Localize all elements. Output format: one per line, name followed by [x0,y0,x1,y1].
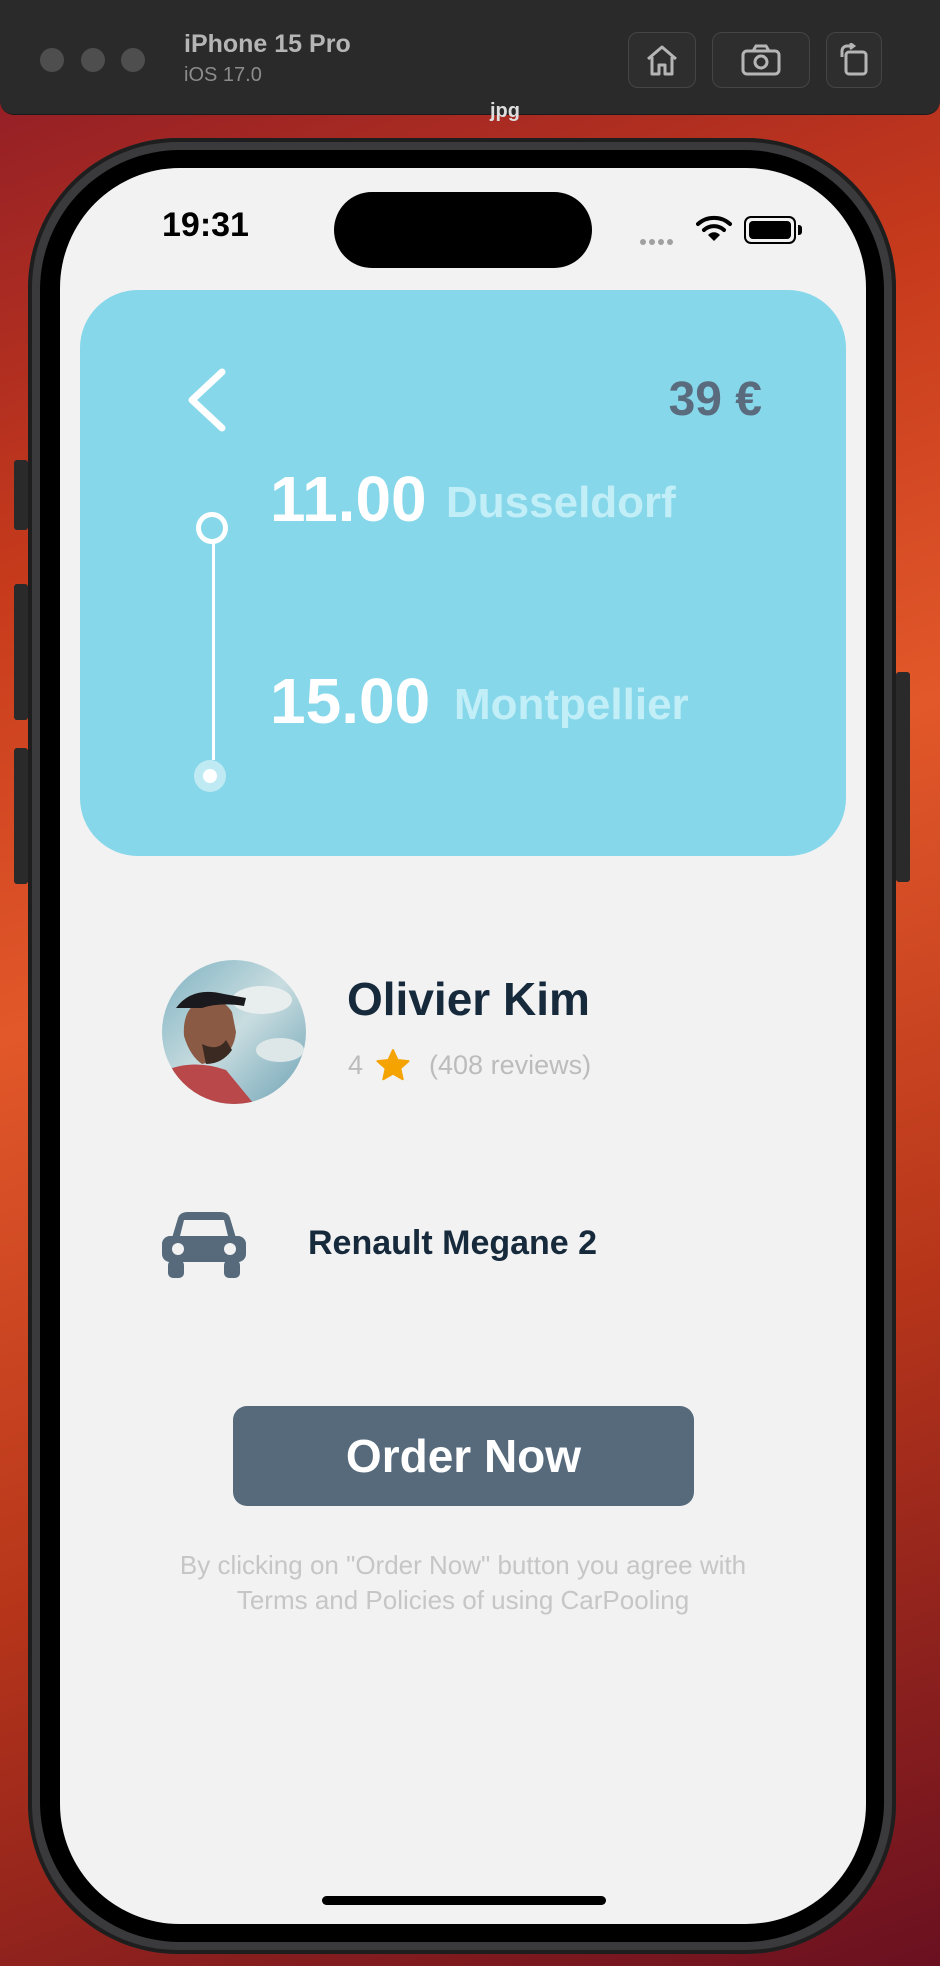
rating-value: 4 [348,1049,364,1080]
avatar-photo [162,960,306,1104]
file-label: jpg [490,100,520,122]
driver-avatar[interactable] [162,960,306,1104]
volume-down-button [14,748,28,884]
arrival-dot [194,760,226,792]
os-version: iOS 17.0 [184,64,262,86]
home-indicator[interactable] [322,1896,606,1905]
dynamic-island [334,192,592,268]
app-screen: 19:31 39 € 11.00 Dusseldorf 15.00 Montpe… [60,168,866,1924]
rotate-icon [840,43,868,76]
wifi-icon [696,215,732,241]
star-icon [376,1049,410,1081]
volume-up-button [14,584,28,720]
driver-name: Olivier Kim [347,973,590,1025]
departure-time: 11.00 [270,463,427,535]
signal-icon [640,232,676,250]
rotate-button[interactable] [826,32,882,88]
arrival-time: 15.00 [270,665,431,737]
departure-dot [196,512,228,544]
back-chevron-icon[interactable] [184,368,228,432]
car-model: Renault Megane 2 [308,1224,598,1262]
trip-card: 39 € 11.00 Dusseldorf 15.00 Montpellier [80,290,846,856]
home-icon [647,45,677,76]
device-name: iPhone 15 Pro [184,30,351,58]
close-window-button[interactable] [40,48,64,72]
review-count: (408 reviews) [429,1049,592,1080]
screenshot-icon [741,44,781,76]
terms-line-1: By clicking on "Order Now" button you ag… [179,1550,747,1580]
action-button [14,460,28,530]
departure-city: Dusseldorf [446,478,676,527]
home-button[interactable] [628,32,696,88]
car-icon [162,1212,246,1278]
trip-price: 39 € [668,373,762,426]
battery-icon [744,216,802,244]
power-button [896,672,910,882]
simulator-toolbar: iPhone 15 Pro iOS 17.0 [0,0,940,115]
zoom-window-button[interactable] [121,48,145,72]
driver-rating: 4 (408 reviews) [348,1048,591,1082]
order-now-button[interactable]: Order Now [233,1406,694,1506]
screenshot-button[interactable] [712,32,810,88]
status-time: 19:31 [162,206,249,244]
terms-line-2: Terms and Policies of using CarPooling [236,1585,690,1615]
minimize-window-button[interactable] [81,48,105,72]
arrival-city: Montpellier [454,680,689,729]
terms-text: By clicking on "Order Now" button you ag… [100,1548,826,1618]
route-line [212,528,215,760]
